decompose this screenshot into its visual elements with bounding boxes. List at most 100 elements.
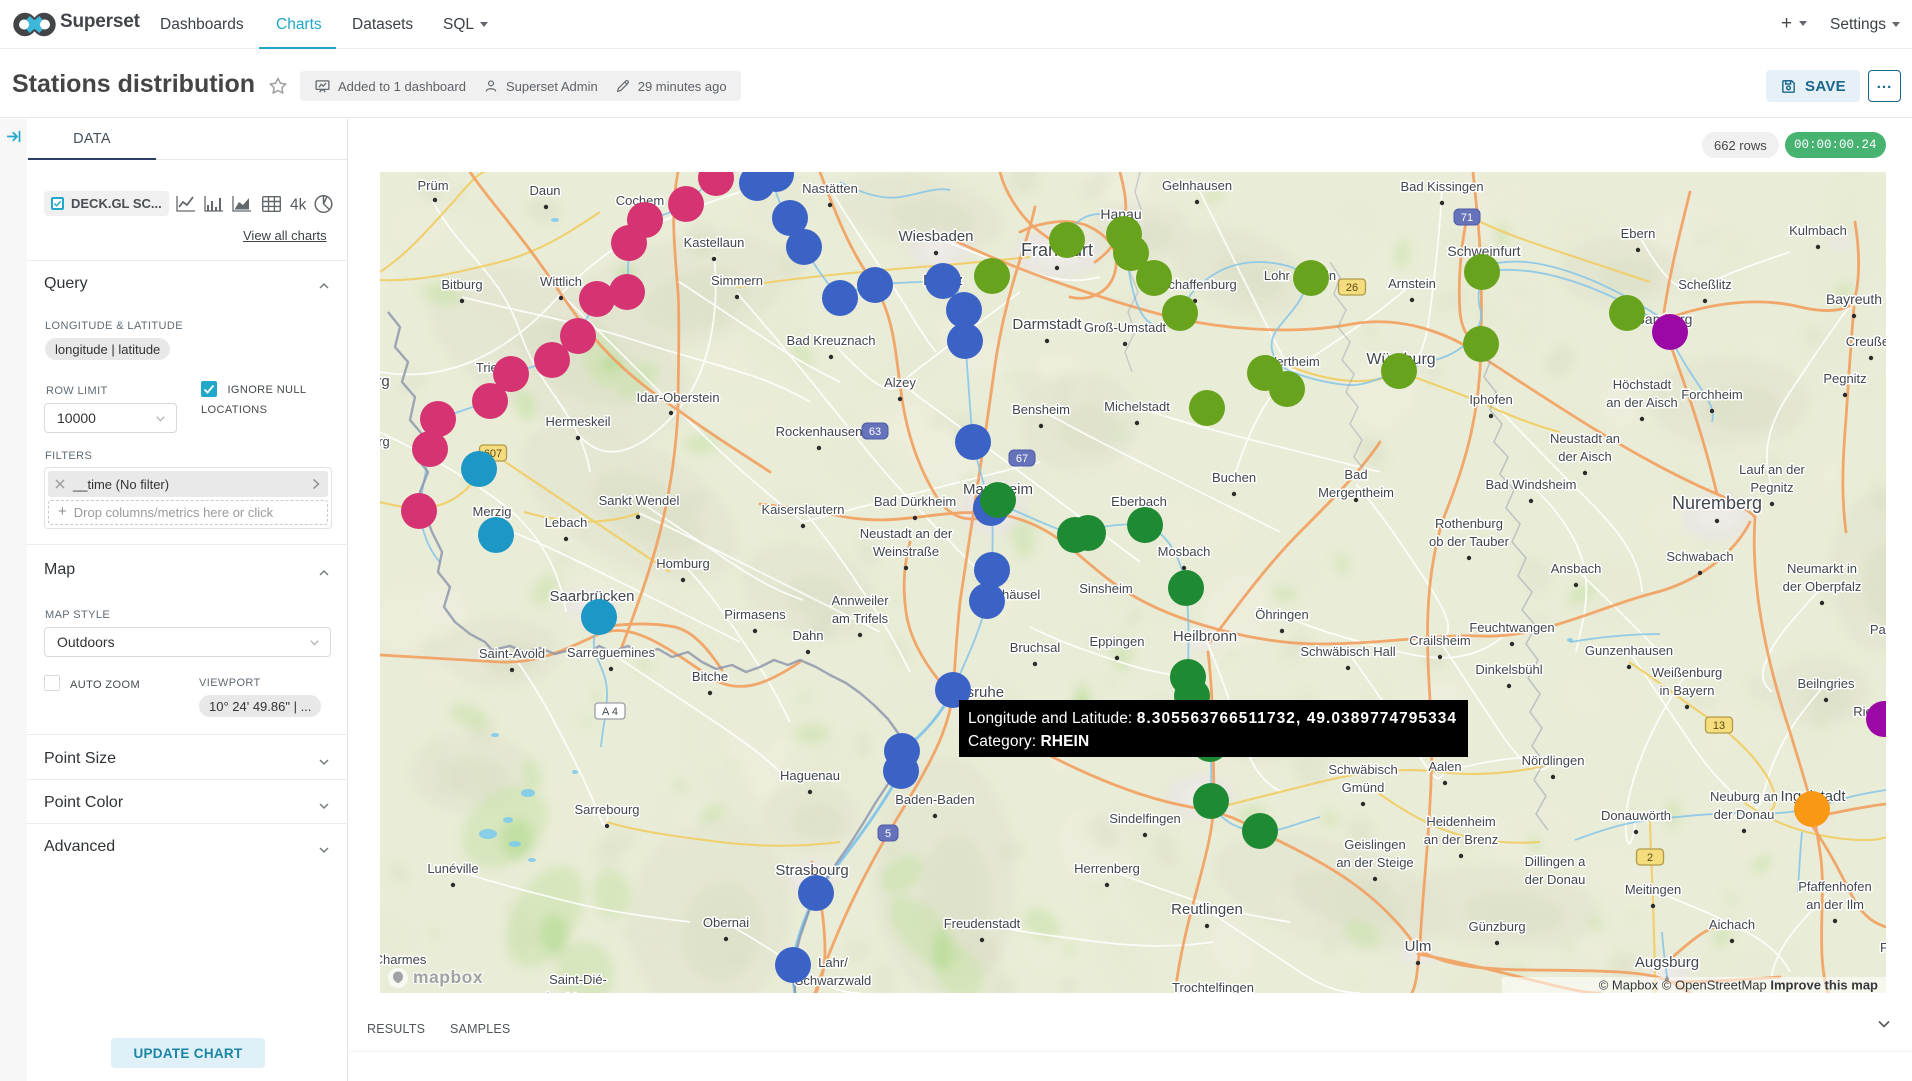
svg-text:Bitburg: Bitburg xyxy=(441,277,482,292)
svg-text:an der Ilm: an der Ilm xyxy=(1806,897,1864,912)
svg-text:an der Aisch: an der Aisch xyxy=(1606,395,1678,410)
svg-text:Pirmasens: Pirmasens xyxy=(724,607,786,622)
svg-text:Rothenburg: Rothenburg xyxy=(1435,516,1503,531)
svg-text:Bruchsal: Bruchsal xyxy=(1010,640,1061,655)
svg-text:Meitingen: Meitingen xyxy=(1625,882,1681,897)
svg-text:Par: Par xyxy=(1870,622,1886,637)
svg-text:an der Steige: an der Steige xyxy=(1336,855,1413,870)
svg-text:Daun: Daun xyxy=(529,183,560,198)
svg-text:Iphofen: Iphofen xyxy=(1469,392,1512,407)
svg-text:Schwabach: Schwabach xyxy=(1666,549,1733,564)
svg-text:der Donau: der Donau xyxy=(1714,807,1775,822)
svg-text:Pegnitz: Pegnitz xyxy=(1823,371,1866,386)
svg-text:Dinkelsbühl: Dinkelsbühl xyxy=(1475,662,1542,677)
svg-text:Lebach: Lebach xyxy=(545,515,588,530)
svg-text:Michelstadt: Michelstadt xyxy=(1104,399,1170,414)
svg-text:Ansbach: Ansbach xyxy=(1551,561,1602,576)
svg-text:Eppingen: Eppingen xyxy=(1090,634,1145,649)
svg-text:Mergentheim: Mergentheim xyxy=(1318,485,1394,500)
svg-text:Creußen: Creußen xyxy=(1846,334,1886,349)
svg-text:63: 63 xyxy=(869,426,881,438)
svg-text:Arnstein: Arnstein xyxy=(1388,276,1436,291)
svg-text:4k: 4k xyxy=(290,197,307,214)
svg-text:Baden-Baden: Baden-Baden xyxy=(895,792,975,807)
svg-text:Bitche: Bitche xyxy=(692,669,728,684)
svg-text:Sarreguemines: Sarreguemines xyxy=(567,645,656,660)
svg-text:Ebern: Ebern xyxy=(1621,226,1656,241)
svg-text:Forchheim: Forchheim xyxy=(1681,387,1742,402)
svg-text:Kulmbach: Kulmbach xyxy=(1789,223,1847,238)
svg-text:Alzey: Alzey xyxy=(884,375,916,390)
svg-text:13: 13 xyxy=(1713,720,1725,732)
svg-text:Crailsheim: Crailsheim xyxy=(1409,633,1470,648)
svg-text:Pfaffenhofen: Pfaffenhofen xyxy=(1798,879,1872,894)
svg-text:Bad Windsheim: Bad Windsheim xyxy=(1485,477,1576,492)
svg-text:Groß-Umstadt: Groß-Umstadt xyxy=(1084,320,1167,335)
svg-text:Nastätten: Nastätten xyxy=(802,181,858,196)
svg-text:Bad Dürkheim: Bad Dürkheim xyxy=(874,494,956,509)
svg-text:Rockenhausen: Rockenhausen xyxy=(776,424,863,439)
svg-text:Weißenburg: Weißenburg xyxy=(1652,665,1723,680)
svg-text:Sindelfingen: Sindelfingen xyxy=(1109,811,1181,826)
svg-text:26: 26 xyxy=(1346,282,1358,294)
svg-text:Nuremberg: Nuremberg xyxy=(1672,493,1762,513)
svg-text:Prüm: Prüm xyxy=(417,178,448,193)
svg-text:Höchstadt: Höchstadt xyxy=(1613,377,1672,392)
svg-text:Dahn: Dahn xyxy=(792,628,823,643)
svg-text:Schwäbisch Hall: Schwäbisch Hall xyxy=(1300,644,1395,659)
svg-text:Bad Kissingen: Bad Kissingen xyxy=(1400,179,1483,194)
svg-text:Schwäbisch: Schwäbisch xyxy=(1328,762,1397,777)
svg-text:Homburg: Homburg xyxy=(656,556,709,571)
svg-text:Merzig: Merzig xyxy=(472,504,511,519)
svg-text:mapbox: mapbox xyxy=(413,967,483,987)
svg-text:Geislingen: Geislingen xyxy=(1344,837,1405,852)
svg-text:Kastellaun: Kastellaun xyxy=(684,235,745,250)
svg-text:Dillingen a: Dillingen a xyxy=(1525,854,1586,869)
svg-text:Aichach: Aichach xyxy=(1709,917,1755,932)
svg-text:Neustadt an: Neustadt an xyxy=(1550,431,1620,446)
svg-text:Heilbronn: Heilbronn xyxy=(1173,628,1237,645)
svg-text:5: 5 xyxy=(885,828,891,840)
svg-text:Freudenstadt: Freudenstadt xyxy=(944,916,1021,931)
svg-text:Nördlingen: Nördlingen xyxy=(1522,753,1585,768)
svg-text:Günzburg: Günzburg xyxy=(1468,919,1525,934)
svg-text:Saint-Avold: Saint-Avold xyxy=(479,646,545,661)
svg-text:der Aisch: der Aisch xyxy=(1558,449,1611,464)
svg-text:Kaiserslautern: Kaiserslautern xyxy=(761,502,844,517)
svg-text:Wiesbaden: Wiesbaden xyxy=(898,228,973,245)
svg-text:Neumarkt in: Neumarkt in xyxy=(1787,561,1857,576)
svg-text:Herrenberg: Herrenberg xyxy=(1074,861,1140,876)
svg-text:Trochtelfingen: Trochtelfingen xyxy=(1172,980,1254,993)
svg-text:Öhringen: Öhringen xyxy=(1255,607,1308,622)
svg-text:© Mapbox © OpenStreetMap Impr: © Mapbox © OpenStreetMap Improve this ma… xyxy=(1599,978,1878,993)
svg-text:ob der Tauber: ob der Tauber xyxy=(1429,534,1510,549)
svg-text:Hermeskeil: Hermeskeil xyxy=(545,414,610,429)
svg-text:Heidenheim: Heidenheim xyxy=(1426,814,1495,829)
svg-text:Saint-Dié-: Saint-Dié- xyxy=(549,972,607,987)
svg-text:Aalen: Aalen xyxy=(1428,759,1461,774)
svg-text:Annweiler: Annweiler xyxy=(831,593,889,608)
svg-text:Lunéville: Lunéville xyxy=(427,861,478,876)
svg-text:Neuburg an: Neuburg an xyxy=(1710,789,1778,804)
svg-text:Reutlingen: Reutlingen xyxy=(1171,901,1243,918)
svg-text:71: 71 xyxy=(1461,212,1473,224)
svg-text:Buchen: Buchen xyxy=(1212,470,1256,485)
svg-text:Lauf an der: Lauf an der xyxy=(1739,462,1805,477)
svg-text:Darmstadt: Darmstadt xyxy=(1012,316,1082,333)
svg-text:Feuchtwangen: Feuchtwangen xyxy=(1469,620,1554,635)
svg-text:Neustadt an der: Neustadt an der xyxy=(860,526,953,541)
svg-text:Sarrebourg: Sarrebourg xyxy=(574,802,639,817)
svg-text:Eberbach: Eberbach xyxy=(1111,494,1167,509)
svg-text:Wittlich: Wittlich xyxy=(540,274,582,289)
svg-text:Idar-Oberstein: Idar-Oberstein xyxy=(636,390,719,405)
svg-text:Haguenau: Haguenau xyxy=(780,768,840,783)
svg-text:Augsburg: Augsburg xyxy=(1635,954,1699,971)
svg-text:Sinsheim: Sinsheim xyxy=(1079,581,1132,596)
svg-text:Ulm: Ulm xyxy=(1405,938,1432,955)
svg-text:Charmes: Charmes xyxy=(380,952,427,967)
svg-text:Mosbach: Mosbach xyxy=(1158,544,1211,559)
svg-text:Lahr/: Lahr/ xyxy=(818,955,848,970)
svg-text:2: 2 xyxy=(1647,852,1653,864)
svg-text:Bensheim: Bensheim xyxy=(1012,402,1070,417)
svg-text:Obernai: Obernai xyxy=(703,915,749,930)
